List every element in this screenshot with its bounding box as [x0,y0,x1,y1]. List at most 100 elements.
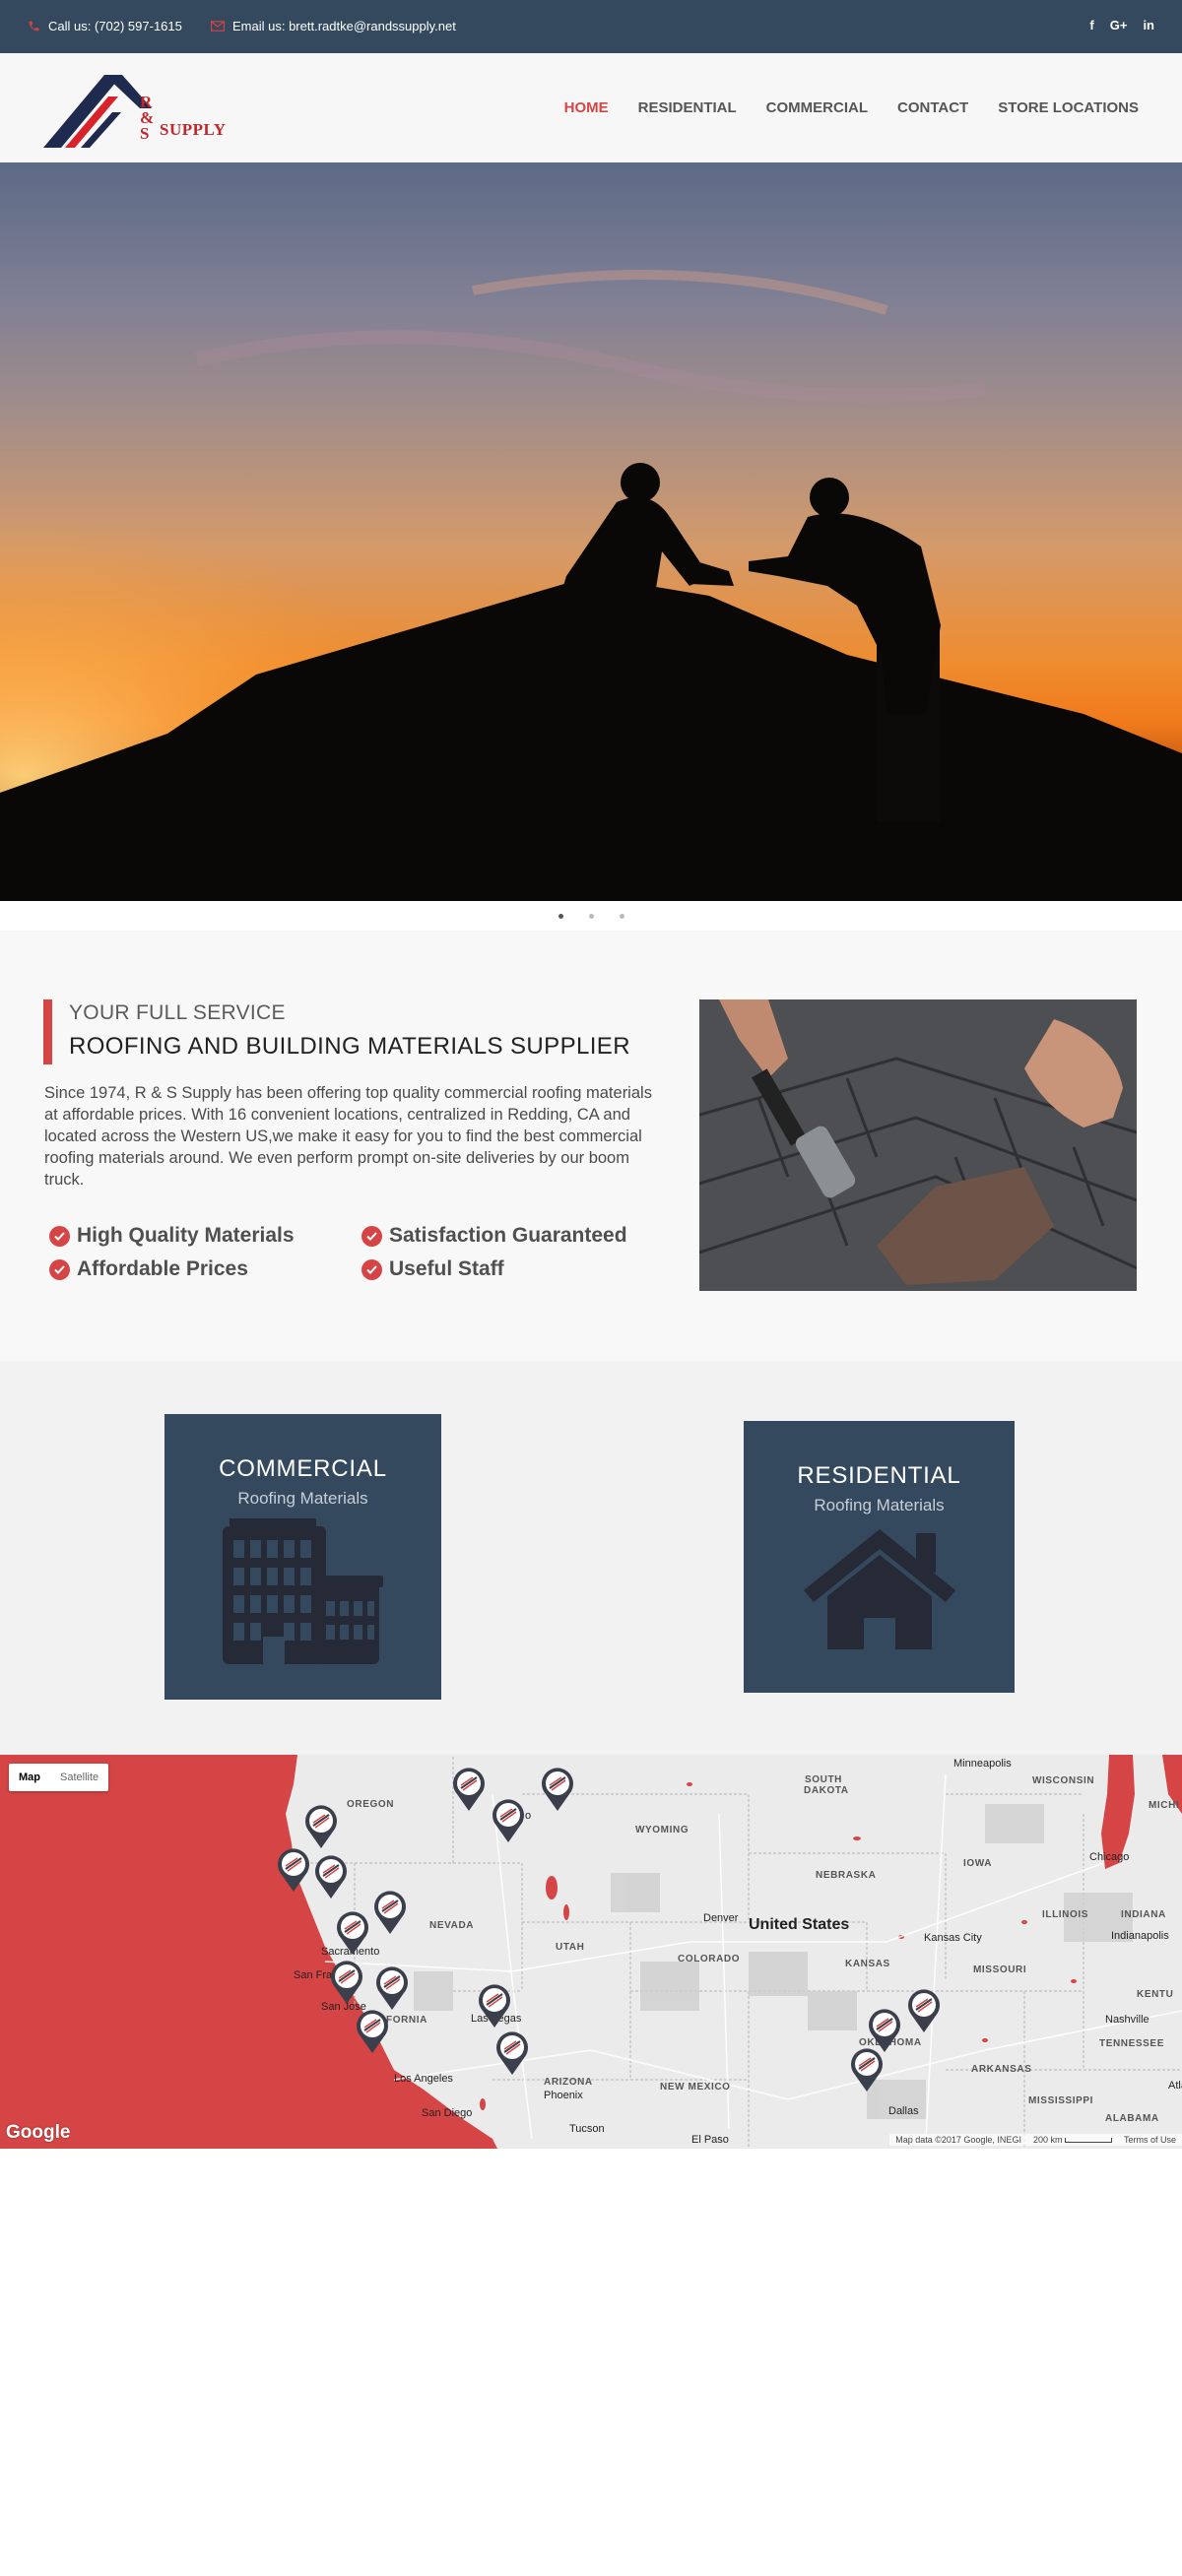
map-pin-icon[interactable] [477,1983,512,2029]
envelope-icon [211,21,225,32]
map-city-label: Dallas [888,2105,919,2117]
map-city-label: Los Angeles [394,2073,453,2085]
feature-item: Affordable Prices [49,1257,248,1281]
check-circle-icon [49,1258,70,1280]
map-label: NEW MEXICO [660,2082,731,2093]
site-logo[interactable]: R & S SUPPLY [43,67,232,150]
map-attribution: Map data ©2017 Google, INEGI 200 km Term… [889,2134,1182,2146]
slider-dot-2[interactable] [588,913,594,919]
map-label: WISCONSIN [1032,1775,1095,1786]
map-pin-icon[interactable] [355,2009,390,2054]
map-label: UTAH [556,1942,585,1953]
slider-dots [0,901,1182,931]
map-base-layer [0,1755,1182,2149]
map-label: KANSAS [845,1959,890,1969]
map-city-label: Minneapolis [953,1758,1012,1770]
map-label: ILLINOIS [1042,1909,1089,1920]
facebook-icon[interactable]: f [1089,18,1093,32]
site-header: R & S SUPPLY HOME RESIDENTIAL COMMERCIAL C… [0,53,1182,162]
logo-initials: R & S [140,93,155,143]
feature-item: Satisfaction Guaranteed [361,1224,627,1248]
map-pin-icon[interactable] [494,2030,530,2076]
top-bar: Call us: (702) 597-1615 Email us: brett.… [0,0,1182,53]
map-pin-icon[interactable] [906,1988,942,2033]
map-pin-icon[interactable] [372,1890,408,1935]
map-city-label: Atla [1168,2080,1182,2092]
map-country-label: United States [749,1916,850,1933]
map-pin-icon[interactable] [451,1767,487,1812]
map-pin-icon[interactable] [276,1847,311,1893]
building-icon [222,1518,383,1664]
map-city-label: Tucson [569,2123,605,2135]
roofers-silhouette-image [0,162,1182,901]
map-pin-icon[interactable] [849,2047,885,2093]
logo-supply-text: SUPPLY [160,120,227,139]
section-kicker: YOUR FULL SERVICE [69,1001,286,1024]
accent-bar [43,999,52,1064]
store-locations-map[interactable]: Map Satellite OREGON SOUTH DAKOTA WISCON… [0,1755,1182,2149]
google-logo: Google [6,2122,71,2143]
roofing-hammer-photo [699,999,1137,1291]
card-subtitle: Roofing Materials [237,1489,368,1508]
email-contact[interactable]: Email us: brett.radtke@randssupply.net [211,19,456,33]
check-circle-icon [361,1225,382,1247]
map-label: TENNESSEE [1099,2038,1164,2049]
map-pin-icon[interactable] [329,1960,364,2005]
linkedin-icon[interactable]: in [1143,18,1154,32]
map-city-label: Denver [703,1912,739,1924]
map-pin-icon[interactable] [374,1965,410,2011]
map-label: MISSOURI [973,1964,1027,1975]
feature-item: Useful Staff [361,1257,504,1281]
about-description: Since 1974, R & S Supply has been offeri… [44,1084,652,1189]
map-pin-icon[interactable] [313,1854,349,1900]
phone-contact[interactable]: Call us: (702) 597-1615 [28,19,182,33]
map-pin-icon[interactable] [303,1804,339,1849]
map-city-label: Indianapolis [1111,1930,1169,1942]
nav-home[interactable]: HOME [564,99,609,116]
map-label: FORNIA [386,2015,427,2026]
map-label: KENTU [1137,1989,1174,2000]
slider-dot-3[interactable] [619,913,624,919]
phone-label: Call us: (702) 597-1615 [48,19,182,33]
map-view-button[interactable]: Map [9,1764,50,1791]
page-footer-area [0,2149,1182,2576]
nav-store-locations[interactable]: STORE LOCATIONS [998,99,1139,116]
feature-item: High Quality Materials [49,1224,295,1248]
map-label: ARIZONA [544,2077,593,2088]
residential-card[interactable]: RESIDENTIAL Roofing Materials [744,1421,1015,1693]
map-label: MISSISSIPPI [1028,2095,1094,2106]
map-city-label: Chicago [1089,1851,1130,1863]
map-label: ARKANSAS [971,2064,1032,2075]
map-label: WYOMING [635,1825,690,1835]
check-circle-icon [361,1258,382,1280]
social-links: f G+ in [1089,18,1154,32]
map-city-label: Phoenix [544,2090,583,2101]
satellite-view-button[interactable]: Satellite [50,1764,108,1791]
services-section: COMMERCIAL Roofing Materials RESIDENTIAL… [0,1361,1182,1755]
map-label: NEBRASKA [816,1870,877,1881]
section-title: ROOFING AND BUILDING MATERIALS SUPPLIER [69,1033,630,1060]
nav-residential[interactable]: RESIDENTIAL [638,99,737,116]
about-section: YOUR FULL SERVICE ROOFING AND BUILDING M… [0,931,1182,1361]
map-pin-icon[interactable] [335,1910,370,1956]
map-type-toggle: Map Satellite [9,1764,109,1791]
google-plus-icon[interactable]: G+ [1110,18,1128,32]
map-city-label: Kansas City [924,1932,982,1944]
map-pin-icon[interactable] [491,1798,526,1843]
map-label: ALABAMA [1105,2113,1159,2124]
terms-link[interactable]: Terms of Use [1124,2135,1176,2145]
phone-icon [28,20,40,32]
map-city-label: Nashville [1105,2014,1149,2026]
map-city-label: San Diego [422,2107,473,2119]
map-pin-icon[interactable] [540,1767,575,1812]
map-label: COLORADO [678,1954,741,1964]
hero-slider[interactable] [0,162,1182,901]
map-label: IOWA [963,1858,993,1869]
nav-contact[interactable]: CONTACT [897,99,968,116]
email-label: Email us: brett.radtke@randssupply.net [232,19,456,33]
nav-commercial[interactable]: COMMERCIAL [766,99,868,116]
slider-dot-1[interactable] [558,913,563,919]
card-title: COMMERCIAL [219,1455,387,1482]
map-label: MICHI [1149,1800,1180,1811]
commercial-card[interactable]: COMMERCIAL Roofing Materials [164,1414,441,1700]
